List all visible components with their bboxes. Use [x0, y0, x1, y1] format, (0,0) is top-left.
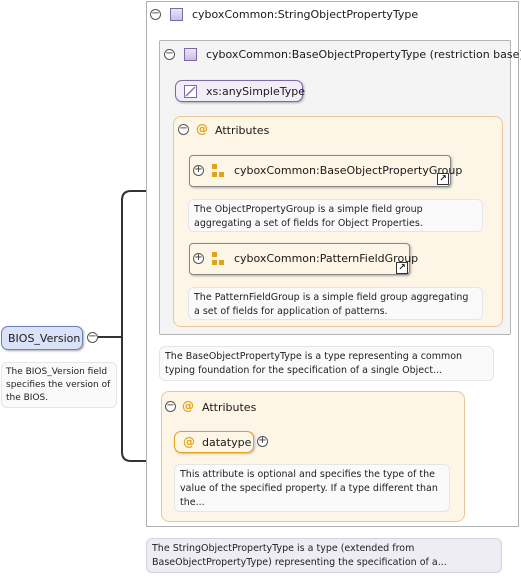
base-type-description-text: The BaseObjectPropertyType is a type rep…: [165, 351, 463, 376]
expand-icon: +: [194, 252, 203, 263]
collapse-icon: −: [88, 331, 97, 342]
connector-top: [121, 190, 148, 337]
attribute-group-description: The PatternFieldGroup is a simple field …: [188, 287, 483, 320]
collapse-icon: −: [151, 8, 160, 19]
attribute-group-icon: [212, 252, 226, 266]
group-expand-toggle[interactable]: +: [193, 165, 204, 176]
complex-type-icon: [170, 8, 183, 21]
attribute-group-name: cyboxCommon:BaseObjectPropertyGroup: [234, 164, 463, 177]
base-attributes-label: Attributes: [215, 124, 270, 137]
collapse-icon: −: [166, 400, 175, 411]
attribute-group-description-text: The PatternFieldGroup is a simple field …: [194, 292, 469, 317]
jump-icon: ↗: [398, 263, 406, 273]
complex-type-icon: [184, 48, 197, 61]
jump-to-definition-button[interactable]: ↗: [437, 173, 449, 185]
base-title: cyboxCommon:BaseObjectPropertyType (rest…: [206, 48, 521, 61]
type-title: cyboxCommon:StringObjectPropertyType: [192, 8, 419, 21]
type-description: The StringObjectPropertyType is a type (…: [146, 538, 502, 573]
expand-icon: +: [258, 435, 267, 446]
base-type-description: The BaseObjectPropertyType is a type rep…: [159, 346, 494, 381]
root-description-text: The BIOS_Version field specifies the ver…: [6, 367, 111, 403]
type-collapse-toggle[interactable]: −: [150, 9, 161, 20]
base-attributes-collapse-toggle[interactable]: −: [178, 124, 189, 135]
attribute-icon: @: [183, 435, 195, 449]
expand-icon: +: [194, 164, 203, 175]
attribute-group-name: cyboxCommon:PatternFieldGroup: [234, 252, 419, 265]
base-collapse-toggle[interactable]: −: [164, 49, 175, 60]
root-element-box[interactable]: BIOS_Version: [1, 326, 83, 350]
collapse-icon: −: [165, 48, 174, 59]
root-collapse-toggle[interactable]: −: [87, 332, 98, 343]
root-element-name: BIOS_Version: [8, 332, 81, 345]
simple-type-icon: [184, 85, 197, 98]
attribute-datatype-box[interactable]: @ datatype: [174, 431, 254, 453]
collapse-icon: −: [179, 123, 188, 134]
attributes-icon: @: [196, 122, 208, 136]
attributes-collapse-toggle[interactable]: −: [165, 401, 176, 412]
attribute-name: datatype: [202, 436, 252, 449]
attributes-label: Attributes: [202, 401, 257, 414]
type-description-text: The StringObjectPropertyType is a type (…: [152, 543, 447, 568]
group-expand-toggle[interactable]: +: [193, 253, 204, 264]
simple-type-box[interactable]: xs:anySimpleType: [175, 80, 305, 102]
attribute-group-description-text: The ObjectPropertyGroup is a simple fiel…: [194, 204, 423, 229]
attribute-description-text: This attribute is optional and specifies…: [180, 469, 438, 508]
simple-type-name: xs:anySimpleType: [206, 85, 305, 98]
jump-icon: ↗: [439, 174, 447, 184]
jump-to-definition-button[interactable]: ↗: [396, 262, 408, 274]
root-description: The BIOS_Version field specifies the ver…: [1, 362, 117, 408]
attribute-group-description: The ObjectPropertyGroup is a simple fiel…: [188, 199, 483, 232]
attribute-expand-toggle[interactable]: +: [257, 436, 268, 447]
attribute-description: This attribute is optional and specifies…: [174, 464, 450, 512]
attribute-group-icon: [212, 164, 226, 178]
attributes-icon: @: [182, 399, 194, 413]
